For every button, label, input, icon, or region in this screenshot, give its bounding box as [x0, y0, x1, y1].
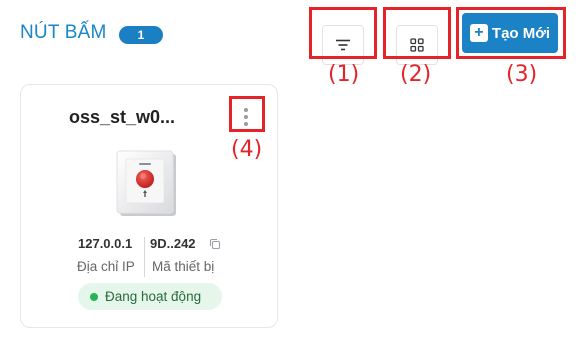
info-divider — [144, 237, 145, 277]
annotation-box-4 — [229, 96, 265, 132]
device-name: oss_st_w0... — [69, 107, 176, 127]
annotation-box-1 — [309, 7, 377, 59]
annotation-label-2: (2) — [400, 62, 432, 87]
device-code-value: 9D..242 — [150, 236, 196, 251]
copy-icon[interactable] — [209, 238, 221, 250]
ip-address-label: Địa chỉ IP — [77, 259, 135, 274]
status-badge: Đang hoạt động — [78, 283, 222, 310]
annotation-label-1: (1) — [328, 62, 360, 87]
annotation-label-3: (3) — [506, 62, 538, 87]
wall-push-button-icon — [116, 150, 176, 216]
page-title: NÚT BẤM — [20, 22, 107, 43]
ip-address-value: 127.0.0.1 — [78, 236, 133, 251]
device-code-label: Mã thiết bị — [152, 259, 215, 274]
annotation-label-4: (4) — [231, 137, 263, 162]
status-dot-icon — [90, 292, 98, 301]
count-badge: 1 — [119, 26, 163, 44]
annotation-box-2 — [383, 7, 451, 59]
annotation-box-3 — [456, 7, 566, 59]
status-text: Đang hoạt động — [105, 289, 202, 304]
